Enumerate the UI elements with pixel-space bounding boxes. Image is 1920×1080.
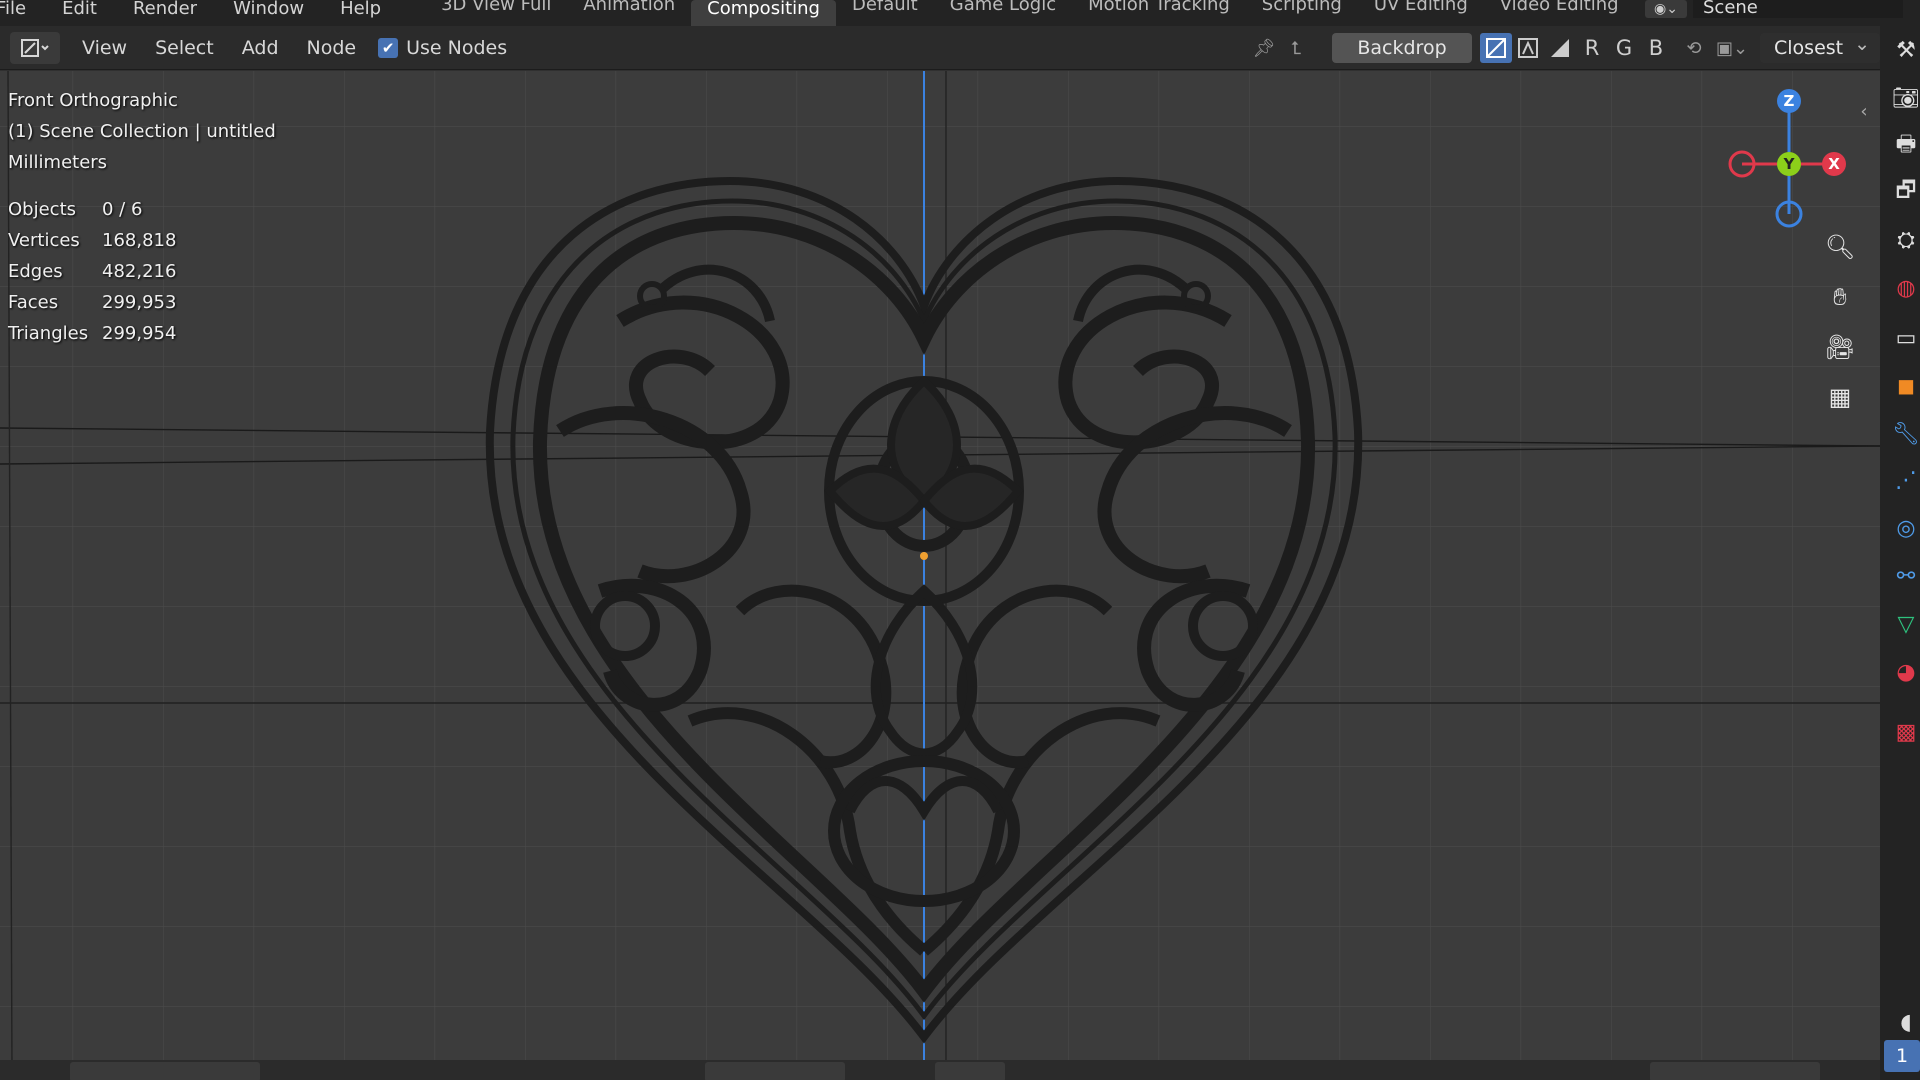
channel-r-button[interactable]: R (1576, 33, 1608, 63)
particles-icon[interactable]: ⋰ (1892, 466, 1920, 494)
tab-animation[interactable]: Animation (567, 0, 691, 18)
menu-window[interactable]: Window (215, 0, 322, 22)
parent-node-tree-icon[interactable]: ⮤ (1280, 32, 1312, 64)
grid-view-icon[interactable]: ▦ (1820, 377, 1860, 417)
use-nodes-label: Use Nodes (406, 36, 508, 59)
backdrop-color-alpha-icon[interactable] (1512, 33, 1544, 63)
page-number-badge[interactable]: 1 (1884, 1040, 1920, 1072)
material-icon[interactable]: ◕ (1892, 658, 1920, 686)
menu-edit[interactable]: Edit (44, 0, 115, 22)
workspace-tabs: 3D View Full Animation Compositing Defau… (425, 0, 1671, 26)
stat-label: Objects (8, 199, 77, 220)
tab-scripting[interactable]: Scripting (1246, 0, 1358, 18)
stat-row: Objects 0 / 6 (8, 194, 176, 225)
stat-label: Vertices (8, 230, 80, 251)
pan-hand-icon[interactable]: ✋︎ (1820, 277, 1860, 317)
stat-row: Vertices 168,818 (8, 225, 176, 256)
mode-selector[interactable] (70, 1062, 260, 1080)
stat-value: 482,216 (102, 261, 177, 282)
menu-add[interactable]: Add (228, 37, 293, 59)
node-editor-header: View Select Add Node ✔ Use Nodes 📌︎ ⮤ Ba… (0, 26, 1880, 70)
channel-g-button[interactable]: G (1608, 33, 1640, 63)
scene-browse-icon[interactable]: ◉⌄ (1645, 0, 1687, 18)
tab-uv-editing[interactable]: UV Editing (1358, 0, 1484, 18)
menu-file[interactable]: File (0, 0, 44, 22)
stat-value: 299,954 (102, 323, 177, 344)
object-origin-dot (920, 552, 928, 560)
tab-compositing[interactable]: Compositing (691, 0, 836, 26)
menu-select[interactable]: Select (141, 37, 228, 59)
node-editor-icon (21, 38, 49, 57)
viewport[interactable]: Front Orthographic (1) Scene Collection … (0, 71, 1880, 1071)
gizmo-y-axis[interactable]: Y (1777, 152, 1801, 176)
modifier-icon[interactable]: 🔧︎ (1892, 420, 1920, 448)
stat-row: Faces 299,953 (8, 287, 176, 318)
constraints-icon[interactable]: ⚯ (1892, 562, 1920, 590)
snap-element-icon[interactable]: ▣⌄ (1710, 32, 1754, 64)
physics-icon[interactable]: ◎ (1892, 514, 1920, 542)
stat-label: Faces (8, 292, 59, 313)
scene-name-field[interactable]: Scene (1693, 0, 1903, 18)
stat-row: Triangles 299,954 (8, 318, 176, 349)
view-menu-stub[interactable] (275, 1062, 335, 1080)
output-icon[interactable]: 🖶 (1892, 132, 1920, 160)
transform-orientation[interactable] (705, 1062, 845, 1080)
shading-buttons[interactable] (1650, 1062, 1820, 1080)
viewport-canvas (0, 71, 1880, 1071)
texture-icon[interactable]: ▩ (1892, 718, 1920, 746)
gizmo-z-axis[interactable]: Z (1777, 89, 1801, 113)
menu-view[interactable]: View (68, 37, 141, 59)
render-icon[interactable]: 📷︎ (1892, 84, 1920, 112)
backdrop-button[interactable]: Backdrop (1332, 33, 1472, 63)
tab-video-editing[interactable]: Video Editing (1484, 0, 1635, 18)
world-icon[interactable]: ◍ (1892, 274, 1920, 302)
grid-floor (0, 71, 1880, 1071)
use-nodes-toggle[interactable]: ✔ Use Nodes (378, 37, 507, 59)
view-info: Front Orthographic (1) Scene Collection … (8, 85, 276, 178)
stat-value: 0 / 6 (102, 199, 143, 220)
data-icon[interactable]: ▽ (1892, 610, 1920, 638)
collection-icon[interactable]: ▭ (1892, 324, 1920, 352)
backdrop-alpha-icon[interactable] (1544, 33, 1576, 63)
top-menu-bar: File Edit Render Window Help 3D View Ful… (0, 0, 1920, 26)
gizmo-x-axis[interactable]: X (1822, 152, 1846, 176)
object-icon[interactable]: ◼ (1892, 372, 1920, 400)
stat-label: Edges (8, 261, 63, 282)
editor-type-selector[interactable] (10, 31, 60, 64)
tab-motion-tracking[interactable]: Motion Tracking (1072, 0, 1246, 18)
stat-value: 299,953 (102, 292, 177, 313)
scene-selector: ◉⌄ Scene (1645, 0, 1903, 18)
stat-row: Edges 482,216 (8, 256, 176, 287)
camera-icon[interactable]: 🎥︎ (1820, 327, 1860, 367)
units-label: Millimeters (8, 152, 108, 173)
properties-tab-bar: ⚒ 📷︎ 🖶 🗗 ⛭ ◍ ▭ ◼ 🔧︎ ⋰ ◎ ⚯ ▽ ◕ ▩ ◖ (1880, 26, 1920, 1080)
backdrop-color-icon[interactable] (1480, 33, 1512, 63)
tab-default[interactable]: Default (836, 0, 934, 18)
tab-3d-view-full[interactable]: 3D View Full (425, 0, 567, 18)
tool-icon[interactable]: ⚒ (1892, 36, 1920, 64)
channel-b-button[interactable]: B (1640, 33, 1672, 63)
snap-icon[interactable]: ⟲ (1678, 32, 1710, 64)
scene-icon[interactable]: ⛭ (1892, 226, 1920, 254)
checkmark-icon: ✔ (378, 37, 399, 58)
menu-node[interactable]: Node (293, 37, 371, 59)
bottom-toolbar (0, 1060, 1880, 1080)
pivot-selector[interactable] (935, 1062, 1005, 1080)
view-name: Front Orthographic (8, 90, 178, 111)
pin-icon[interactable]: 📌︎ (1248, 32, 1280, 64)
interpolation-dropdown[interactable]: Closest (1760, 29, 1880, 63)
collection-info: (1) Scene Collection | untitled (8, 121, 276, 142)
stat-label: Triangles (8, 323, 89, 344)
sidebar-toggle-icon[interactable]: ‹ (1852, 91, 1876, 131)
stat-value: 168,818 (102, 230, 177, 251)
zoom-icon[interactable]: 🔍︎ (1820, 227, 1860, 267)
collapse-icon[interactable]: ◖ (1892, 1008, 1920, 1036)
tab-game-logic[interactable]: Game Logic (934, 0, 1072, 18)
menu-render[interactable]: Render (115, 0, 215, 22)
header-right-controls: 📌︎ ⮤ Backdrop R G B ⟲ ▣⌄ Closest (1248, 26, 1880, 70)
view-layer-icon[interactable]: 🗗 (1892, 178, 1920, 206)
menu-help[interactable]: Help (322, 0, 399, 22)
scene-statistics: Objects 0 / 6 Vertices 168,818 Edges 482,21… (8, 194, 176, 349)
